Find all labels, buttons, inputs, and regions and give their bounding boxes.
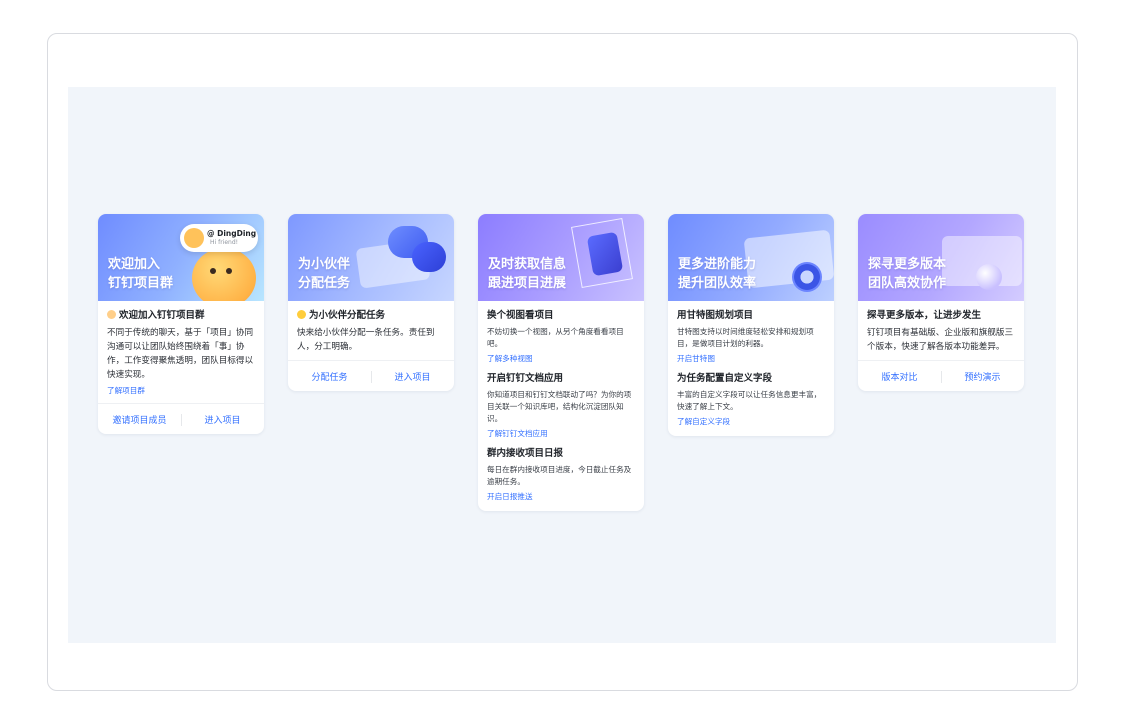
section-desc: 每日在群内接收项目进度，今日截止任务及逾期任务。: [487, 465, 632, 486]
bubble-sub: Hi friend!: [210, 239, 239, 246]
banner-title: 更多进阶能力 提升团队效率: [678, 257, 757, 291]
avatar: [184, 228, 204, 248]
book-demo-button[interactable]: 预约演示: [941, 370, 1024, 383]
section-custom-fields: 为任务配置自定义字段 丰富的自定义字段可以让任务信息更丰富，快速了解上下文。 了…: [677, 372, 825, 428]
learn-project-group-link[interactable]: 了解项目群: [107, 384, 255, 397]
card-banner: 及时获取信息 跟进项目进展: [478, 214, 644, 301]
card-title: 为小伙伴分配任务: [309, 310, 386, 321]
card-assign-task: 为小伙伴 分配任务 为小伙伴分配任务 快来给小伙伴分配一条任务。责任到人，分工明…: [288, 214, 454, 391]
card-body: 欢迎加入钉钉项目群 不同于传统的聊天，基于「项目」协同沟通可以让团队始终围绕着「…: [98, 301, 264, 403]
banner-title: 及时获取信息 跟进项目进展: [488, 257, 567, 291]
section-title: 群内接收项目日报: [487, 448, 564, 459]
card-versions: 探寻更多版本 团队高效协作 探寻更多版本，让进步发生 钉钉项目有基础版、企业版和…: [858, 214, 1024, 391]
card-banner: 探寻更多版本 团队高效协作: [858, 214, 1024, 301]
card-body: 为小伙伴分配任务 快来给小伙伴分配一条任务。责任到人，分工明确。: [288, 301, 454, 360]
card-title: 欢迎加入钉钉项目群: [119, 310, 205, 321]
card-body: 用甘特图规划项目 甘特图支持以时间维度轻松安排和规划项目，是做项目计划的利器。 …: [668, 301, 834, 436]
banner-title: 探寻更多版本 团队高效协作: [868, 257, 947, 291]
invite-members-button[interactable]: 邀请项目成员: [98, 413, 181, 426]
card-body: 换个视图看项目 不妨切换一个视图，从另个角度看看项目吧。 了解多种视图 开启钉钉…: [478, 301, 644, 511]
card-advanced-features: 更多进阶能力 提升团队效率 用甘特图规划项目 甘特图支持以时间维度轻松安排和规划…: [668, 214, 834, 436]
section-daily-report: 群内接收项目日报 每日在群内接收项目进度，今日截止任务及逾期任务。 开启日报推送: [487, 447, 635, 503]
card-actions: 分配任务 进入项目: [288, 360, 454, 391]
mascot-eye-icon: [210, 268, 216, 274]
section-desc: 不妨切换一个视图，从另个角度看看项目吧。: [487, 327, 624, 348]
card-actions: 版本对比 预约演示: [858, 360, 1024, 391]
chat-bubble-icon: [412, 242, 446, 272]
chat-bubble: @ DingDing Hi friend!: [180, 224, 258, 252]
bubble-name: @ DingDing: [207, 229, 257, 238]
smile-icon: [297, 310, 306, 319]
section-docs: 开启钉钉文档应用 你知道项目和钉钉文档联动了吗？为你的项目关联一个知识库吧，结构…: [487, 372, 635, 440]
enable-gantt-link[interactable]: 开启甘特图: [677, 352, 825, 365]
section-title: 开启钉钉文档应用: [487, 373, 564, 384]
section-views: 换个视图看项目 不妨切换一个视图，从另个角度看看项目吧。 了解多种视图: [487, 309, 635, 365]
card-desc: 钉钉项目有基础版、企业版和旗舰版三个版本，快速了解各版本功能差异。: [867, 328, 1014, 352]
learn-docs-link[interactable]: 了解钉钉文档应用: [487, 427, 635, 440]
learn-custom-fields-link[interactable]: 了解自定义字段: [677, 415, 825, 428]
gear-icon: [792, 262, 822, 292]
banner-title: 为小伙伴 分配任务: [298, 257, 351, 291]
section-desc: 丰富的自定义字段可以让任务信息更丰富，快速了解上下文。: [677, 390, 822, 411]
section-desc: 你知道项目和钉钉文档联动了吗？为你的项目关联一个知识库吧，结构化沉淀团队知识。: [487, 390, 632, 423]
compare-versions-button[interactable]: 版本对比: [858, 370, 941, 383]
learn-views-link[interactable]: 了解多种视图: [487, 352, 635, 365]
wave-hand-icon: [107, 310, 116, 319]
section-title: 为任务配置自定义字段: [677, 373, 773, 384]
section-gantt: 用甘特图规划项目 甘特图支持以时间维度轻松安排和规划项目，是做项目计划的利器。 …: [677, 309, 825, 365]
card-body: 探寻更多版本，让进步发生 钉钉项目有基础版、企业版和旗舰版三个版本，快速了解各版…: [858, 301, 1024, 360]
banner-title: 欢迎加入 钉钉项目群: [108, 257, 174, 291]
enter-project-button[interactable]: 进入项目: [371, 370, 454, 383]
card-join-group: @ DingDing Hi friend! 欢迎加入 钉钉项目群 欢迎加入钉钉项…: [98, 214, 264, 434]
card-track-progress: 及时获取信息 跟进项目进展 换个视图看项目 不妨切换一个视图，从另个角度看看项目…: [478, 214, 644, 511]
section-title: 用甘特图规划项目: [677, 310, 754, 321]
mascot-eye-icon: [226, 268, 232, 274]
enter-project-button[interactable]: 进入项目: [181, 413, 264, 426]
section-title: 换个视图看项目: [487, 310, 554, 321]
card-banner: 为小伙伴 分配任务: [288, 214, 454, 301]
card-banner: @ DingDing Hi friend! 欢迎加入 钉钉项目群: [98, 214, 264, 301]
card-title: 探寻更多版本，让进步发生: [867, 310, 982, 321]
card-desc: 不同于传统的聊天，基于「项目」协同沟通可以让团队始终围绕着「事」协作，工作变得聚…: [107, 328, 254, 380]
card-actions: 邀请项目成员 进入项目: [98, 403, 264, 434]
card-desc: 快来给小伙伴分配一条任务。责任到人，分工明确。: [297, 328, 435, 352]
card-banner: 更多进阶能力 提升团队效率: [668, 214, 834, 301]
assign-task-button[interactable]: 分配任务: [288, 370, 371, 383]
enable-daily-report-link[interactable]: 开启日报推送: [487, 490, 635, 503]
sphere-icon: [976, 264, 1002, 290]
section-desc: 甘特图支持以时间维度轻松安排和规划项目，是做项目计划的利器。: [677, 327, 814, 348]
mascot-icon: [192, 248, 256, 301]
